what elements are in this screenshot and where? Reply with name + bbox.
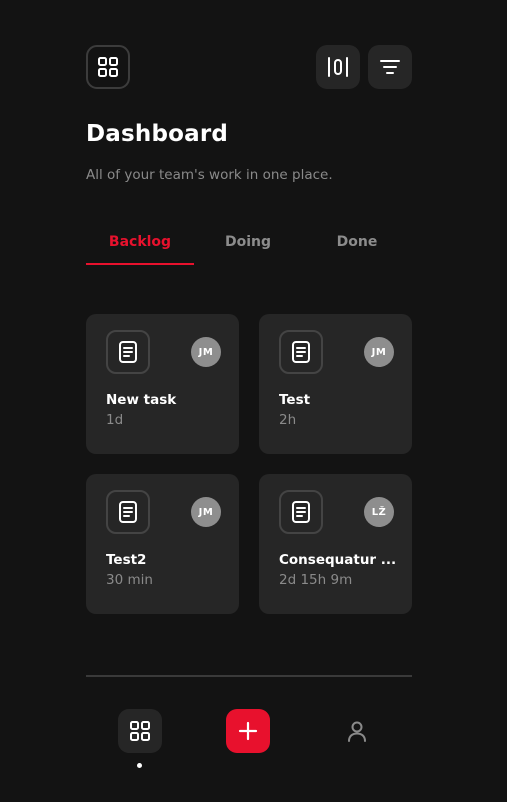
- tab-done[interactable]: Done: [303, 234, 411, 250]
- task-time: 2h: [279, 412, 297, 428]
- add-task-button[interactable]: [226, 709, 270, 753]
- task-time: 1d: [106, 412, 124, 428]
- plus-icon: [238, 721, 258, 741]
- assignee-avatar: LŽ: [364, 497, 394, 527]
- task-time: 2d 15h 9m: [279, 572, 353, 588]
- task-card[interactable]: JM New task 1d: [86, 314, 239, 454]
- grid-view-button[interactable]: [86, 45, 130, 89]
- task-title: Consequatur ...: [279, 552, 397, 568]
- columns-icon: [328, 57, 348, 77]
- columns-button[interactable]: [316, 45, 360, 89]
- grid-icon: [98, 57, 118, 77]
- assignee-avatar: JM: [191, 337, 221, 367]
- page-title: Dashboard: [86, 121, 229, 147]
- page-subtitle: All of your team's work in one place.: [86, 167, 333, 183]
- assignee-avatar: JM: [191, 497, 221, 527]
- task-time: 30 min: [106, 572, 153, 588]
- task-card[interactable]: JM Test2 30 min: [86, 474, 239, 614]
- tab-backlog[interactable]: Backlog: [86, 234, 194, 250]
- task-title: Test: [279, 392, 311, 408]
- task-title: Test2: [106, 552, 147, 568]
- user-icon: [348, 721, 366, 742]
- nav-dashboard-button[interactable]: [118, 709, 162, 753]
- active-nav-indicator: [137, 763, 142, 768]
- filter-button[interactable]: [368, 45, 412, 89]
- document-icon: [279, 330, 323, 374]
- bottom-nav-divider: [86, 675, 412, 677]
- assignee-avatar: JM: [364, 337, 394, 367]
- grid-icon: [130, 721, 150, 741]
- task-card[interactable]: JM Test 2h: [259, 314, 412, 454]
- tab-doing[interactable]: Doing: [194, 234, 302, 250]
- profile-button[interactable]: [335, 709, 379, 753]
- document-icon: [106, 330, 150, 374]
- filter-icon: [380, 60, 400, 74]
- task-card[interactable]: LŽ Consequatur ... 2d 15h 9m: [259, 474, 412, 614]
- document-icon: [106, 490, 150, 534]
- document-icon: [279, 490, 323, 534]
- task-title: New task: [106, 392, 177, 408]
- active-tab-indicator: [86, 263, 194, 265]
